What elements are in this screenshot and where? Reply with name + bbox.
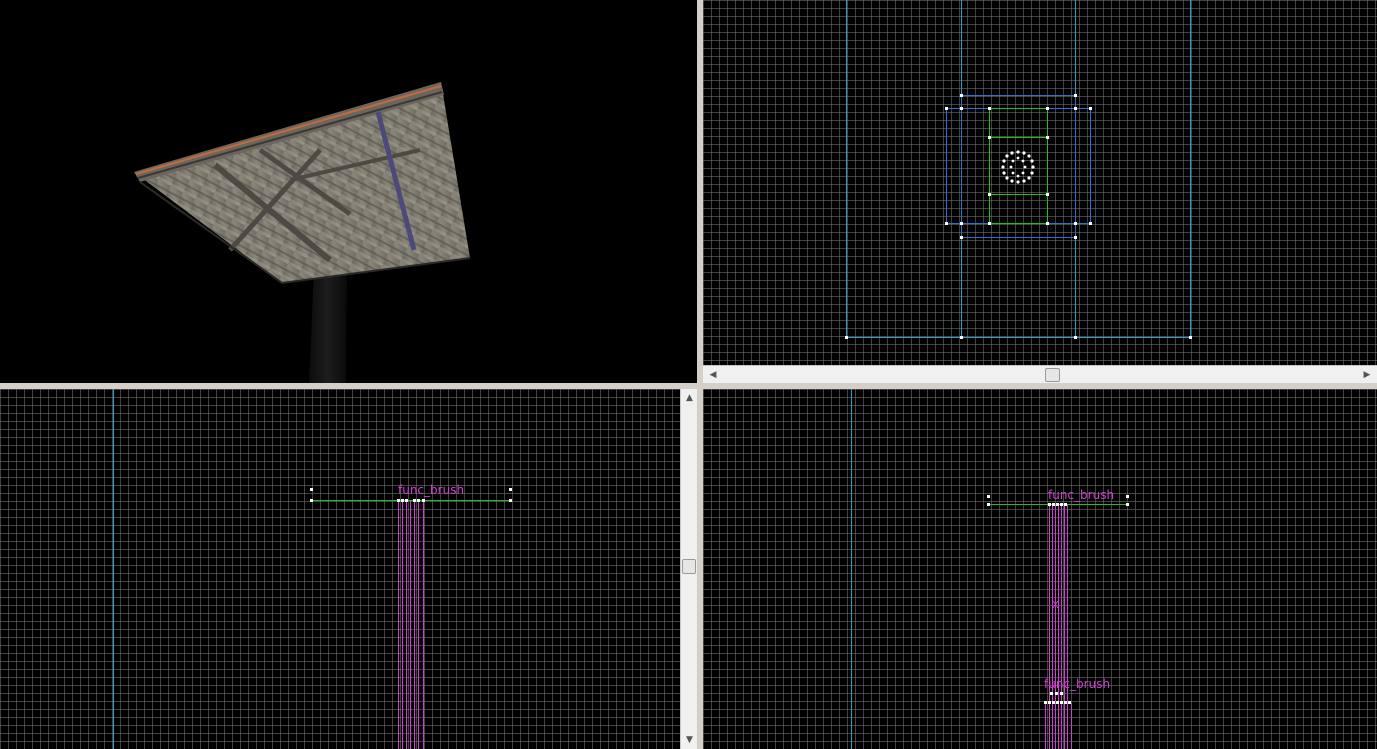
top-view-geometry (845, 0, 1192, 339)
front-2d-view[interactable]: func_brush (0, 389, 680, 749)
top-selection-handles (845, 94, 1192, 339)
3d-camera-view[interactable] (0, 0, 697, 383)
entity-label-func-brush-lower: func_brush (1044, 677, 1111, 691)
top-view-horizontal-scrollbar[interactable]: ◀ ▶ (703, 365, 1377, 383)
vertical-scroll-thumb[interactable] (682, 559, 696, 574)
entity-label-func-brush: func_brush (398, 483, 465, 497)
3d-render (134, 82, 471, 383)
scroll-down-arrow-icon[interactable]: ▼ (681, 733, 698, 747)
svg-text:X: X (1052, 600, 1059, 611)
side-view-geometry: X (851, 389, 1129, 749)
side-pole-lines (1045, 505, 1072, 749)
horizontal-splitter[interactable] (0, 383, 1377, 389)
front-view-geometry (113, 389, 512, 749)
scroll-right-arrow-icon[interactable]: ▶ (1359, 366, 1375, 384)
scroll-up-arrow-icon[interactable]: ▲ (681, 391, 698, 405)
top-2d-view[interactable] (703, 0, 1377, 365)
entity-label-func-brush-upper: func_brush (1048, 488, 1115, 502)
horizontal-scroll-thumb[interactable] (1045, 368, 1060, 382)
front-pole-lines (398, 501, 424, 749)
vertical-splitter[interactable] (697, 0, 703, 749)
front-view-vertical-scrollbar[interactable]: ▲ ▼ (680, 389, 697, 749)
pole-ring-handles (1001, 150, 1035, 184)
side-2d-view[interactable]: X func_brush func_brush (703, 389, 1377, 749)
scroll-left-arrow-icon[interactable]: ◀ (705, 366, 721, 384)
